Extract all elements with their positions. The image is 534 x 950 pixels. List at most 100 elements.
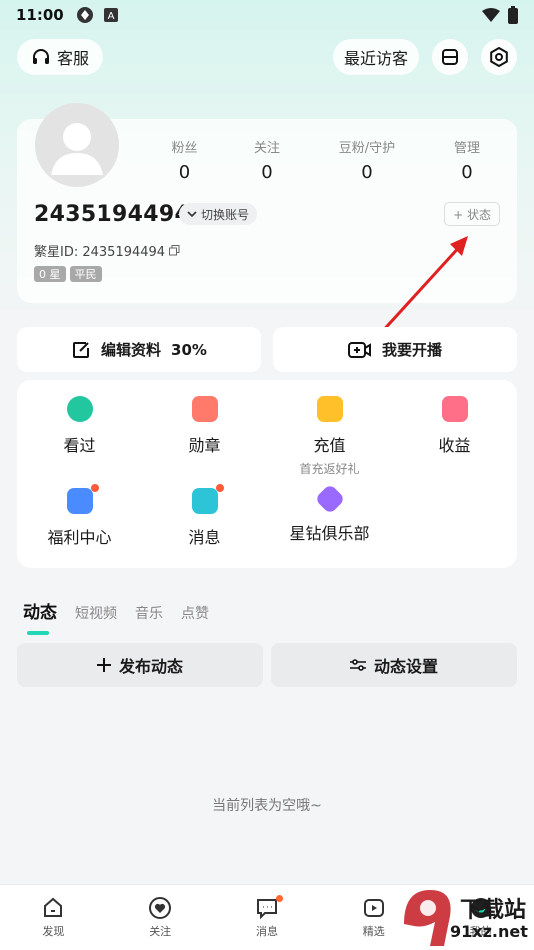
medal-icon [191, 396, 218, 422]
status-time: 11:00 [16, 6, 64, 24]
customer-service-button[interactable]: 客服 [17, 39, 103, 75]
stat-value: 0 [361, 162, 373, 183]
moment-settings-label: 动态设置 [373, 657, 438, 676]
stat-label: 豆粉/守护 [338, 141, 396, 156]
svg-text:A: A [107, 11, 114, 22]
recent-visitors-label: 最近访客 [343, 49, 408, 68]
grid-label: 充值 [313, 436, 346, 455]
unread-dot [90, 484, 99, 492]
chevron-down-icon [187, 211, 197, 218]
nav-label: 我的 [469, 925, 492, 938]
copy-icon[interactable] [169, 245, 180, 256]
moment-settings-button[interactable]: 动态设置 [271, 643, 517, 687]
edit-icon [73, 341, 90, 358]
go-live-button[interactable]: 我要开播 [273, 327, 517, 372]
grid-label: 星钻俱乐部 [289, 524, 370, 543]
stat-value: 0 [461, 162, 473, 183]
level-badges: 0 星 平民 [34, 266, 102, 282]
nav-label: 发现 [42, 925, 65, 938]
stat-guardians[interactable]: 豆粉/守护 0 [302, 137, 432, 183]
nav-label: 关注 [149, 925, 172, 938]
nav-mine[interactable]: 我的 [427, 885, 534, 950]
welfare-icon [66, 484, 99, 514]
heart-icon [149, 897, 172, 919]
diamond-icon [313, 483, 346, 515]
avatar[interactable] [35, 103, 119, 187]
star-id: 繁星ID: 2435194494 [34, 241, 180, 260]
tab-music[interactable]: 音乐 [135, 603, 163, 623]
nav-label: 精选 [362, 925, 385, 938]
grid-item-diamond-club[interactable]: 星钻俱乐部 [267, 483, 392, 544]
message-icon [191, 484, 224, 514]
stat-fans[interactable]: 粉丝 0 [137, 137, 232, 183]
switch-account-label: 切换账号 [201, 207, 250, 222]
edit-profile-percent: 30% [171, 340, 207, 359]
user-id: 2435194494 [34, 202, 191, 227]
star-id-text: 繁星ID: 2435194494 [34, 245, 166, 260]
content-tabs: 动态 短视频 音乐 点赞 [23, 598, 209, 635]
video-camera-icon [347, 341, 371, 358]
grid-label: 勋章 [188, 436, 221, 455]
tab-moments[interactable]: 动态 [23, 598, 57, 635]
app-notification-icon [76, 7, 93, 23]
status-label: + 状态 [453, 207, 491, 222]
nav-messages[interactable]: 消息 [214, 885, 321, 950]
grid-item-history[interactable]: 看过 [17, 396, 142, 456]
tab-likes[interactable]: 点赞 [181, 603, 209, 623]
battery-icon [508, 6, 518, 24]
grid-item-welfare[interactable]: 福利中心 [17, 484, 142, 548]
customer-service-label: 客服 [56, 49, 89, 68]
unread-dot [275, 895, 283, 902]
grid-sublabel: 首充返好礼 [299, 462, 360, 476]
sliders-icon [349, 659, 366, 671]
default-avatar-icon [51, 123, 103, 175]
switch-account-button[interactable]: 切换账号 [179, 203, 258, 225]
nav-featured[interactable]: 精选 [320, 885, 427, 950]
nav-discover[interactable]: 发现 [0, 885, 107, 950]
stat-admin[interactable]: 管理 0 [432, 137, 502, 183]
grid-item-medals[interactable]: 勋章 [142, 396, 267, 456]
tab-short-videos[interactable]: 短视频 [75, 603, 117, 623]
empty-list-text: 当前列表为空哦~ [212, 798, 322, 814]
stat-following[interactable]: 关注 0 [232, 137, 302, 183]
edit-profile-button[interactable]: 编辑资料 30% [17, 327, 261, 372]
annotation-arrow [378, 236, 468, 336]
profile-stats: 粉丝 0 关注 0 豆粉/守护 0 管理 0 [137, 137, 502, 183]
profile-face-icon [470, 898, 491, 918]
go-live-label: 我要开播 [381, 341, 442, 359]
feature-grid: 看过 勋章 充值 首充返好礼 收益 福利中心 消息 星钻俱乐部 [17, 380, 517, 568]
grid-label: 看过 [63, 436, 96, 455]
play-icon [363, 899, 384, 917]
nav-following[interactable]: 关注 [107, 885, 214, 950]
stat-label: 管理 [453, 141, 480, 156]
earnings-icon [441, 396, 468, 422]
recharge-icon [316, 396, 343, 422]
star-level-badge: 0 星 [34, 266, 66, 282]
status-bar: 11:00 A [0, 0, 534, 30]
headset-icon [32, 49, 49, 64]
bottom-navigation: 发现 关注 消息 精选 我的 [0, 884, 534, 950]
publish-moment-button[interactable]: 发布动态 [17, 643, 263, 687]
scan-icon [442, 49, 458, 65]
home-icon [44, 897, 63, 917]
grid-item-recharge[interactable]: 充值 首充返好礼 [267, 396, 392, 477]
publish-moment-label: 发布动态 [118, 657, 183, 676]
grid-label: 福利中心 [47, 528, 112, 547]
unread-dot [215, 484, 224, 492]
stat-value: 0 [261, 162, 273, 183]
status-button[interactable]: + 状态 [444, 202, 500, 226]
stat-label: 粉丝 [171, 141, 198, 156]
scan-button[interactable] [432, 39, 468, 75]
grid-item-messages[interactable]: 消息 [142, 484, 267, 548]
edit-profile-label: 编辑资料 [101, 341, 162, 359]
nav-label: 消息 [255, 925, 278, 938]
grid-label: 收益 [438, 436, 471, 455]
settings-button[interactable] [481, 39, 517, 75]
notification-a-icon: A [103, 8, 118, 22]
recent-visitors-button[interactable]: 最近访客 [333, 39, 419, 75]
stat-value: 0 [178, 162, 191, 183]
grid-item-earnings[interactable]: 收益 [392, 396, 517, 456]
plus-icon [96, 658, 111, 672]
grid-label: 消息 [188, 528, 221, 547]
history-icon [66, 396, 93, 422]
